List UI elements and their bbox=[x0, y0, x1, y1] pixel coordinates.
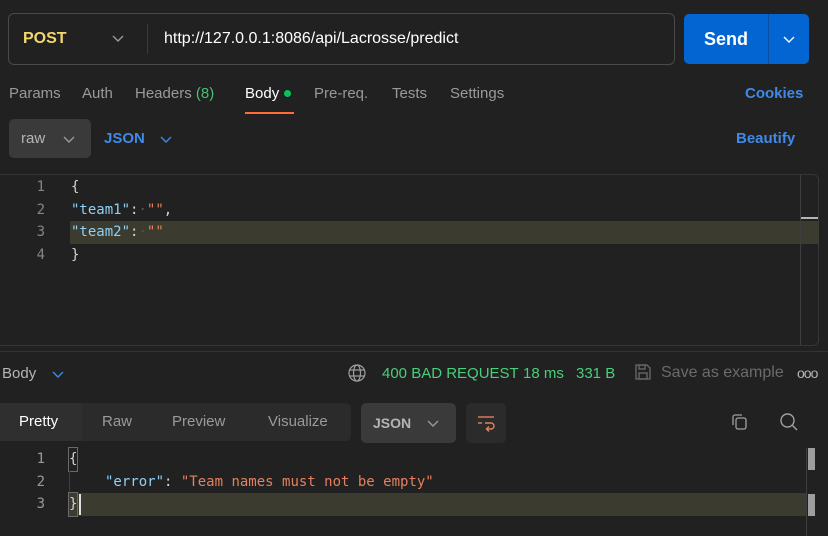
globe-icon[interactable] bbox=[347, 363, 367, 383]
line-number: 1 bbox=[36, 179, 45, 195]
response-line: 2 "error": "Team names must not be empty… bbox=[0, 471, 806, 494]
editor-scrollbar-thumb[interactable] bbox=[801, 217, 818, 219]
search-icon[interactable] bbox=[779, 412, 799, 432]
url-input[interactable]: http://127.0.0.1:8086/api/Lacrosse/predi… bbox=[164, 30, 458, 48]
url-divider bbox=[147, 24, 148, 54]
wrap-lines-icon bbox=[478, 416, 495, 432]
editor-line: 2 "team1":·"", bbox=[0, 199, 800, 222]
line-number: 2 bbox=[36, 474, 45, 490]
response-format-select[interactable]: JSON bbox=[361, 403, 456, 443]
response-section-label[interactable]: Body bbox=[2, 365, 36, 382]
send-button[interactable]: Send bbox=[704, 29, 748, 50]
json-colon: : bbox=[164, 474, 181, 490]
view-tab-raw[interactable]: Raw bbox=[102, 413, 132, 430]
copy-icon[interactable] bbox=[729, 412, 749, 432]
code-text: "team1":·"", bbox=[71, 202, 173, 218]
line-number: 2 bbox=[36, 202, 45, 218]
text-cursor bbox=[79, 494, 81, 515]
tab-body[interactable]: Body bbox=[245, 85, 292, 102]
code-text: } bbox=[67, 492, 79, 517]
code-text: "error": "Team names must not be empty" bbox=[105, 471, 434, 494]
chevron-down-icon[interactable] bbox=[110, 30, 126, 46]
body-language-select[interactable]: JSON bbox=[104, 130, 145, 147]
json-key: "error" bbox=[105, 474, 165, 490]
line-number: 4 bbox=[36, 247, 45, 263]
send-button-group: Send bbox=[684, 14, 809, 64]
json-value: "" bbox=[146, 202, 164, 218]
response-scrollbar[interactable] bbox=[806, 448, 807, 536]
editor-line: 3 "team2":·"" bbox=[0, 221, 800, 244]
save-as-example-button[interactable]: Save as example bbox=[661, 364, 784, 382]
section-divider bbox=[0, 351, 828, 352]
response-scrollbar-thumb[interactable] bbox=[808, 448, 815, 470]
tab-auth[interactable]: Auth bbox=[82, 85, 113, 102]
line-number: 1 bbox=[36, 451, 45, 467]
headers-count: (8) bbox=[195, 85, 215, 102]
code-text: "team2":·"" bbox=[71, 224, 164, 240]
response-time[interactable]: 18 ms bbox=[523, 365, 564, 382]
editor-line: 1 { bbox=[0, 176, 800, 199]
tab-tests[interactable]: Tests bbox=[392, 85, 427, 102]
body-mode-label: raw bbox=[21, 130, 46, 147]
json-value: "Team names must not be empty" bbox=[180, 474, 434, 490]
code-text: { bbox=[67, 447, 79, 472]
status-badge[interactable]: 400 BAD REQUEST bbox=[382, 365, 519, 382]
tab-body-label: Body bbox=[245, 85, 280, 102]
body-mode-select[interactable]: raw bbox=[9, 119, 91, 158]
json-key: "team1" bbox=[71, 202, 131, 218]
code-text: { bbox=[71, 179, 80, 195]
view-tab-pretty[interactable]: Pretty bbox=[19, 413, 58, 430]
response-format-label: JSON bbox=[373, 415, 412, 431]
beautify-button[interactable]: Beautify bbox=[736, 130, 795, 147]
chevron-down-icon bbox=[63, 136, 75, 143]
chevron-down-icon bbox=[427, 420, 439, 427]
tab-settings[interactable]: Settings bbox=[450, 85, 504, 102]
method-select[interactable]: POST bbox=[23, 30, 67, 48]
wrap-lines-button[interactable] bbox=[466, 403, 506, 443]
line-number: 3 bbox=[36, 224, 45, 240]
tab-pre-req[interactable]: Pre-req. bbox=[314, 85, 368, 102]
active-tab-underline bbox=[245, 112, 294, 114]
chevron-down-icon[interactable] bbox=[158, 131, 174, 147]
json-value: "" bbox=[146, 224, 164, 240]
response-line: 1 { bbox=[0, 447, 806, 472]
tab-headers-label: Headers bbox=[135, 85, 192, 102]
response-scrollbar-marker bbox=[808, 494, 815, 516]
view-tab-preview[interactable]: Preview bbox=[172, 413, 225, 430]
editor-scrollbar[interactable] bbox=[800, 175, 801, 345]
response-view-tabs: Pretty Raw Preview Visualize bbox=[0, 403, 351, 441]
chevron-down-icon[interactable] bbox=[50, 366, 66, 382]
tab-params[interactable]: Params bbox=[9, 85, 61, 102]
code-text: } bbox=[71, 247, 80, 263]
line-number: 3 bbox=[36, 496, 45, 512]
view-tab-visualize[interactable]: Visualize bbox=[268, 413, 328, 430]
send-divider bbox=[768, 14, 769, 64]
chevron-down-icon[interactable] bbox=[781, 31, 797, 47]
save-icon bbox=[635, 364, 651, 380]
more-options-icon[interactable]: ooo bbox=[797, 365, 818, 381]
body-indicator-dot bbox=[284, 89, 292, 97]
cookies-link[interactable]: Cookies bbox=[745, 85, 803, 102]
tab-headers[interactable]: Headers (8) bbox=[135, 85, 214, 102]
editor-line: 4 } bbox=[0, 244, 800, 267]
json-comma: , bbox=[163, 202, 173, 218]
response-line: 3 } bbox=[0, 492, 806, 517]
json-key: "team2" bbox=[71, 224, 131, 240]
response-size[interactable]: 331 B bbox=[576, 365, 615, 382]
